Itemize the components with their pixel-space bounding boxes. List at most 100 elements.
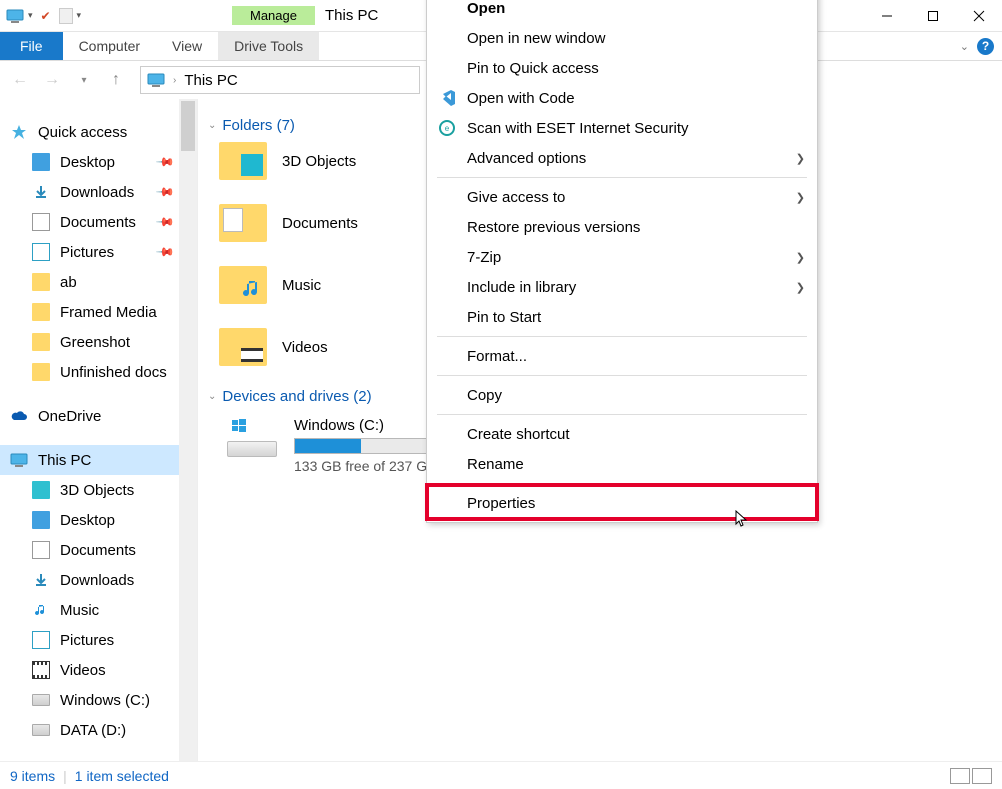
context-menu-item-include-in-library[interactable]: Include in library❯ [427, 272, 817, 302]
context-menu-item-give-access-to[interactable]: Give access to❯ [427, 182, 817, 212]
downloads-icon [32, 571, 50, 589]
context-menu-label: Scan with ESET Internet Security [467, 120, 689, 137]
context-menu-item-format[interactable]: Format... [427, 341, 817, 371]
context-menu-item-properties[interactable]: Properties [427, 488, 817, 518]
sidebar-item-pictures[interactable]: Pictures 📌 [0, 237, 179, 267]
context-menu-label: Create shortcut [467, 426, 570, 443]
context-menu-item-pin-to-start[interactable]: Pin to Start [427, 302, 817, 332]
context-menu-separator [437, 483, 807, 484]
sidebar-item-data-d[interactable]: DATA (D:) [0, 715, 179, 745]
sidebar-item-label: Downloads [60, 184, 134, 201]
sidebar-item-unfinished[interactable]: Unfinished docs [0, 357, 179, 387]
drive-icon [32, 724, 50, 736]
tab-computer[interactable]: Computer [63, 32, 156, 60]
forward-button[interactable]: → [38, 66, 66, 94]
sidebar-onedrive[interactable]: OneDrive [0, 401, 179, 431]
sidebar-quick-access[interactable]: Quick access [0, 117, 179, 147]
drive-name: Windows (C:) [294, 417, 446, 434]
context-menu-item-scan-with-eset-internet-security[interactable]: eScan with ESET Internet Security [427, 113, 817, 143]
context-menu-item-advanced-options[interactable]: Advanced options❯ [427, 143, 817, 173]
help-icon[interactable]: ? [977, 38, 994, 55]
context-menu-separator [437, 414, 807, 415]
context-menu: OpenOpen in new windowPin to Quick acces… [426, 0, 818, 523]
sidebar-item-videos[interactable]: Videos [0, 655, 179, 685]
sidebar-item-label: This PC [38, 452, 91, 469]
qat-new-icon[interactable] [59, 8, 73, 24]
sidebar-item-documents[interactable]: Documents 📌 [0, 207, 179, 237]
videos-icon [32, 661, 50, 679]
music-icon [32, 601, 50, 619]
context-menu-label: Restore previous versions [467, 219, 640, 236]
group-label: Folders (7) [222, 117, 295, 134]
tab-view[interactable]: View [156, 32, 218, 60]
folder-icon [218, 140, 268, 182]
context-menu-item-7-zip[interactable]: 7-Zip❯ [427, 242, 817, 272]
chevron-right-icon: ❯ [796, 191, 805, 204]
folder-label: Documents [282, 215, 358, 232]
sidebar-item-windows-c[interactable]: Windows (C:) [0, 685, 179, 715]
context-menu-item-rename[interactable]: Rename [427, 449, 817, 479]
star-icon [10, 123, 28, 141]
context-menu-item-open-in-new-window[interactable]: Open in new window [427, 23, 817, 53]
address-bar[interactable]: › This PC [140, 66, 420, 94]
pc-icon [10, 451, 28, 469]
tab-drive-tools[interactable]: Drive Tools [218, 32, 319, 60]
status-bar: 9 items | 1 item selected [0, 761, 1002, 789]
maximize-button[interactable] [910, 0, 956, 32]
context-menu-item-open-with-code[interactable]: Open with Code [427, 83, 817, 113]
sidebar-item-framed-media[interactable]: Framed Media [0, 297, 179, 327]
back-button[interactable]: ← [6, 66, 34, 94]
qat-customize-icon[interactable]: ▾ [77, 10, 82, 21]
context-menu-item-open[interactable]: Open [427, 0, 817, 23]
context-menu-item-restore-previous-versions[interactable]: Restore previous versions [427, 212, 817, 242]
folder-icon [32, 333, 50, 351]
sidebar-item-desktop[interactable]: Desktop 📌 [0, 147, 179, 177]
recent-dropdown-icon[interactable]: ▾ [70, 66, 98, 94]
context-menu-label: Format... [467, 348, 527, 365]
sidebar-item-desktop[interactable]: Desktop [0, 505, 179, 535]
folder-icon [32, 363, 50, 381]
context-menu-label: Copy [467, 387, 502, 404]
folder-label: Music [282, 277, 321, 294]
qat-dropdown-icon[interactable]: ▾ [28, 10, 33, 21]
close-button[interactable] [956, 0, 1002, 32]
documents-icon [32, 213, 50, 231]
sidebar-item-label: Desktop [60, 154, 115, 171]
pin-icon: 📌 [155, 152, 175, 172]
manage-tab[interactable]: Manage [232, 6, 315, 25]
drive-windows-c[interactable]: Windows (C:) 133 GB free of 237 GB [218, 411, 452, 480]
context-menu-label: Rename [467, 456, 524, 473]
sidebar-item-label: OneDrive [38, 408, 101, 425]
sidebar-item-downloads[interactable]: Downloads 📌 [0, 177, 179, 207]
large-icons-view-button[interactable] [972, 768, 992, 784]
sidebar-this-pc[interactable]: This PC [0, 445, 179, 475]
minimize-button[interactable] [864, 0, 910, 32]
context-menu-item-create-shortcut[interactable]: Create shortcut [427, 419, 817, 449]
sidebar-scrollbar[interactable] [179, 99, 197, 761]
drive-icon [32, 694, 50, 706]
up-button[interactable]: ↑ [102, 66, 130, 94]
sidebar-item-greenshot[interactable]: Greenshot [0, 327, 179, 357]
scrollbar-thumb[interactable] [181, 101, 195, 151]
tab-file[interactable]: File [0, 32, 63, 60]
folder-label: 3D Objects [282, 153, 356, 170]
chevron-right-icon[interactable]: › [173, 75, 176, 86]
context-menu-separator [437, 375, 807, 376]
breadcrumb[interactable]: This PC [184, 72, 237, 89]
context-menu-item-pin-to-quick-access[interactable]: Pin to Quick access [427, 53, 817, 83]
sidebar-item-downloads[interactable]: Downloads [0, 565, 179, 595]
details-view-button[interactable] [950, 768, 970, 784]
sidebar-item-label: Videos [60, 662, 106, 679]
context-menu-item-copy[interactable]: Copy [427, 380, 817, 410]
downloads-icon [32, 183, 50, 201]
sidebar-item-ab[interactable]: ab [0, 267, 179, 297]
context-menu-label: 7-Zip [467, 249, 501, 266]
qat-properties-icon[interactable]: ✔ [37, 7, 55, 25]
pictures-icon [32, 631, 50, 649]
sidebar-item-music[interactable]: Music [0, 595, 179, 625]
sidebar-item-3d-objects[interactable]: 3D Objects [0, 475, 179, 505]
expand-ribbon-icon[interactable]: ⌄ [960, 40, 969, 53]
sidebar-item-documents[interactable]: Documents [0, 535, 179, 565]
sidebar-item-label: Desktop [60, 512, 115, 529]
sidebar-item-pictures[interactable]: Pictures [0, 625, 179, 655]
